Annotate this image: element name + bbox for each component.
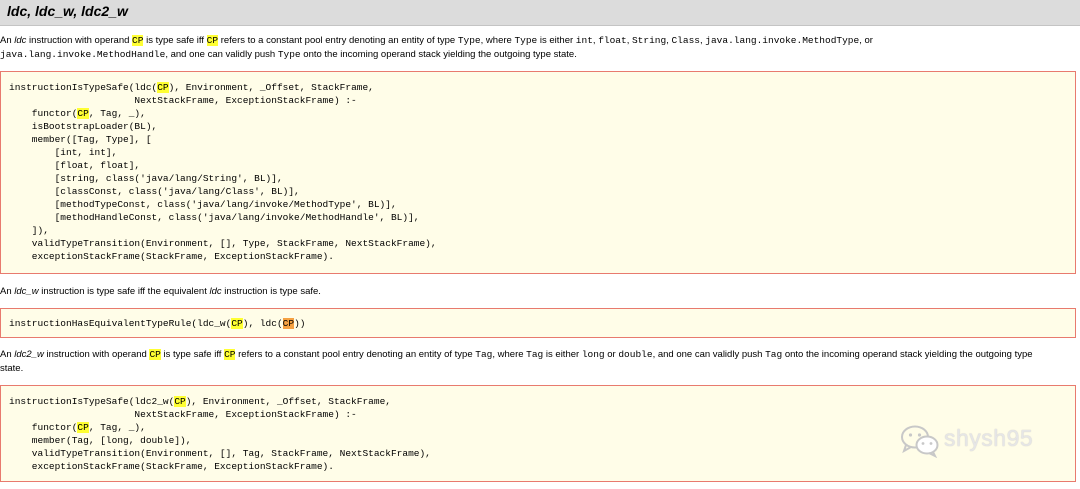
ldc2-w-description: An ldc2_w instruction with operand CP is… (0, 349, 1033, 374)
ldc2-w-code: instructionIsTypeSafe(ldc2_w(CP), Enviro… (9, 396, 431, 472)
cp-highlight: CP (132, 35, 144, 46)
wechat-icon (901, 425, 939, 458)
watermark: shysh95 (900, 422, 1070, 460)
ldc-w-code-block: instructionHasEquivalentTypeRule(ldc_w(C… (0, 308, 1076, 338)
section-title: ldc, ldc_w, ldc2_w (7, 3, 128, 19)
watermark-text: shysh95 (944, 425, 1034, 451)
cp-highlight: CP (206, 35, 219, 46)
ldc-w-description: An ldc_w instruction is type safe iff th… (0, 286, 321, 297)
ldc-description: An ldc instruction with operand CP is ty… (0, 35, 873, 60)
ldc-code-block: instructionIsTypeSafe(ldc(CP), Environme… (0, 71, 1076, 274)
ldc-code: instructionIsTypeSafe(ldc(CP), Environme… (9, 82, 437, 262)
cp-highlight: CP (224, 349, 236, 360)
section-header: ldc, ldc_w, ldc2_w (0, 0, 1080, 26)
cp-highlight: CP (149, 349, 161, 360)
ldc-w-code: instructionHasEquivalentTypeRule(ldc_w(C… (9, 318, 306, 329)
